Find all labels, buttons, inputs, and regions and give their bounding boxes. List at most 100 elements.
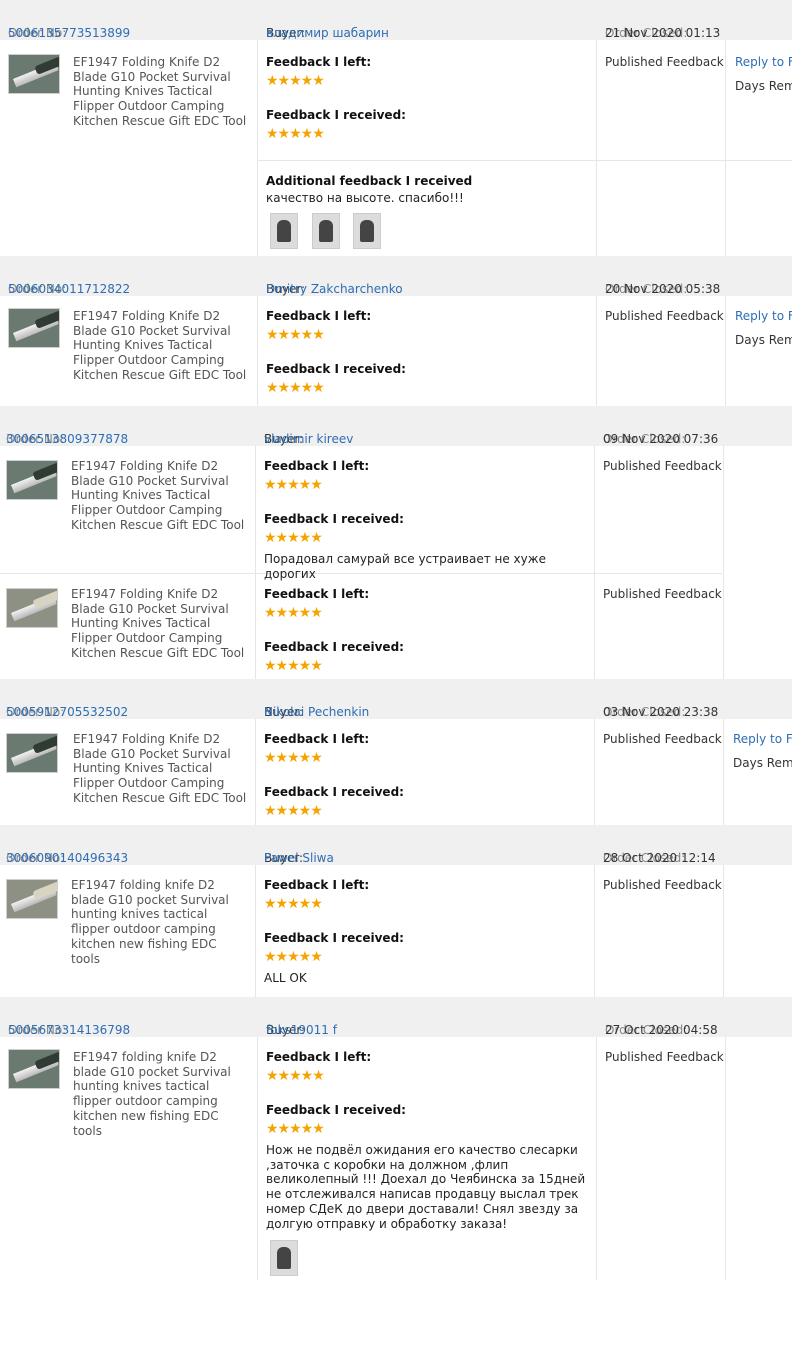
days-remaining-text: Days Rema (735, 79, 792, 93)
order-no-link[interactable]: 3006090140496343 (6, 851, 128, 865)
order-item: EF1947 folding knife D2 blade G10 pocket… (0, 865, 792, 997)
order-block: Order No: 3006513809377878 Buyer: vladim… (0, 406, 792, 679)
order-header: Order No: 5005673314136798 Buyer: foks19… (0, 997, 792, 1037)
reply-to-feedback-link[interactable]: Reply to Fe (735, 55, 792, 69)
star-rating-received: ★★★★★ (264, 530, 323, 546)
product-thumbnail[interactable] (8, 54, 60, 94)
order-header: Order No: 3006513809377878 Buyer: vladim… (0, 406, 792, 446)
feedback-comment: ALL OK (264, 971, 307, 985)
star-rating-left: ★★★★★ (264, 750, 323, 766)
published-feedback-status: Published Feedback (603, 878, 722, 892)
published-feedback-status: Published Feedback (603, 459, 722, 473)
order-item: EF1947 folding knife D2 blade G10 pocket… (0, 1037, 792, 1280)
product-thumbnail[interactable] (8, 308, 60, 348)
product-title[interactable]: EF1947 folding knife D2 blade G10 pocket… (71, 878, 246, 966)
feedback-left-label: Feedback I left: (266, 309, 372, 323)
days-remaining-text: Days Rema (733, 756, 792, 770)
order-closed-date: 03 Nov 2020 23:38 (603, 705, 719, 719)
feedback-left-label: Feedback I left: (264, 878, 370, 892)
feedback-photo[interactable] (270, 213, 298, 249)
published-feedback-status: Published Feedback (603, 587, 722, 601)
order-header: Order No: 5006135773513899 Buyer: владим… (0, 0, 792, 40)
buyer-link[interactable]: vladimir kireev (264, 432, 353, 446)
order-item: EF1947 Folding Knife D2 Blade G10 Pocket… (0, 719, 792, 825)
order-header: Order No: 5005912705532502 Buyer: Nikola… (0, 679, 792, 719)
buyer-link[interactable]: Dmitry Zakcharchenko (266, 282, 403, 296)
product-title[interactable]: EF1947 Folding Knife D2 Blade G10 Pocket… (73, 732, 248, 806)
reply-to-feedback-link[interactable]: Reply to Fe (735, 309, 792, 323)
feedback-received-label: Feedback I received: (264, 640, 404, 654)
reply-to-feedback-link[interactable]: Reply to Fe (733, 732, 792, 746)
star-rating-received: ★★★★★ (266, 1121, 325, 1137)
order-closed-date: 27 Oct 2020 04:58 (605, 1023, 718, 1037)
order-item: EF1947 Folding Knife D2 Blade G10 Pocket… (0, 446, 792, 581)
order-closed-date: 21 Nov 2020 01:13 (605, 26, 721, 40)
published-feedback-status: Published Feedback (605, 309, 724, 323)
feedback-left-label: Feedback I left: (266, 55, 372, 69)
order-item: EF1947 Folding Knife D2 Blade G10 Pocket… (0, 574, 792, 679)
product-thumbnail[interactable] (6, 879, 58, 919)
order-item: EF1947 Folding Knife D2 Blade G10 Pocket… (0, 40, 792, 256)
product-title[interactable]: EF1947 folding knife D2 blade G10 pocket… (73, 1050, 248, 1138)
feedback-photo[interactable] (353, 213, 381, 249)
product-title[interactable]: EF1947 Folding Knife D2 Blade G10 Pocket… (73, 55, 248, 129)
star-rating-received: ★★★★★ (264, 658, 323, 674)
order-block: Order No: 5006135773513899 Buyer: владим… (0, 0, 792, 256)
product-thumbnail[interactable] (6, 588, 58, 628)
published-feedback-status: Published Feedback (603, 732, 722, 746)
order-no-link[interactable]: 5005912705532502 (6, 705, 128, 719)
feedback-received-label: Feedback I received: (266, 108, 406, 122)
order-block: Order No: 3006090140496343 Buyer: Pawel … (0, 825, 792, 997)
order-header: Order No: 5006034011712822 Buyer: Dmitry… (0, 256, 792, 296)
published-feedback-status: Published Feedback (605, 1050, 724, 1064)
order-block: Order No: 5006034011712822 Buyer: Dmitry… (0, 256, 792, 406)
feedback-received-label: Feedback I received: (266, 1103, 406, 1117)
order-header: Order No: 3006090140496343 Buyer: Pawel … (0, 825, 792, 865)
feedback-photo[interactable] (312, 213, 340, 249)
product-thumbnail[interactable] (6, 460, 58, 500)
days-remaining-text: Days Rema (735, 333, 792, 347)
product-thumbnail[interactable] (8, 1049, 60, 1089)
feedback-received-label: Feedback I received: (264, 931, 404, 945)
order-no-link[interactable]: 3006513809377878 (6, 432, 128, 446)
feedback-received-label: Feedback I received: (264, 512, 404, 526)
star-rating-left: ★★★★★ (264, 896, 323, 912)
product-title[interactable]: EF1947 Folding Knife D2 Blade G10 Pocket… (71, 587, 246, 661)
order-no-link[interactable]: 5005673314136798 (8, 1023, 130, 1037)
order-closed-date: 28 Oct 2020 12:14 (603, 851, 716, 865)
feedback-comment: Нож не подвёл ожидания его качество слес… (266, 1143, 586, 1231)
feedback-received-label: Feedback I received: (264, 785, 404, 799)
feedback-left-label: Feedback I left: (264, 587, 370, 601)
order-block: Order No: 5005912705532502 Buyer: Nikola… (0, 679, 792, 825)
order-closed-date: 09 Nov 2020 07:36 (603, 432, 719, 446)
order-no-link[interactable]: 5006034011712822 (8, 282, 130, 296)
feedback-photo[interactable] (270, 1240, 298, 1276)
feedback-left-label: Feedback I left: (266, 1050, 372, 1064)
star-rating-received: ★★★★★ (264, 949, 323, 965)
order-closed-date: 20 Nov 2020 05:38 (605, 282, 721, 296)
feedback-left-label: Feedback I left: (264, 732, 370, 746)
feedback-received-label: Feedback I received: (266, 362, 406, 376)
star-rating-received: ★★★★★ (264, 803, 323, 819)
feedback-left-label: Feedback I left: (264, 459, 370, 473)
buyer-link[interactable]: владимир шабарин (266, 26, 389, 40)
published-feedback-status: Published Feedback (605, 55, 724, 69)
product-thumbnail[interactable] (6, 733, 58, 773)
buyer-link[interactable]: Nikolai Pechenkin (264, 705, 369, 719)
star-rating-left: ★★★★★ (266, 73, 325, 89)
star-rating-left: ★★★★★ (264, 477, 323, 493)
star-rating-left: ★★★★★ (266, 327, 325, 343)
product-title[interactable]: EF1947 Folding Knife D2 Blade G10 Pocket… (73, 309, 248, 383)
order-block: Order No: 5005673314136798 Buyer: foks19… (0, 997, 792, 1280)
buyer-link[interactable]: foks19011 f (266, 1023, 337, 1037)
star-rating-left: ★★★★★ (266, 1068, 325, 1084)
star-rating-left: ★★★★★ (264, 605, 323, 621)
additional-feedback-text: качество на высоте. спасибо!!! (266, 191, 464, 205)
product-title[interactable]: EF1947 Folding Knife D2 Blade G10 Pocket… (71, 459, 246, 533)
order-no-link[interactable]: 5006135773513899 (8, 26, 130, 40)
order-item: EF1947 Folding Knife D2 Blade G10 Pocket… (0, 296, 792, 406)
star-rating-received: ★★★★★ (266, 126, 325, 142)
buyer-link[interactable]: Pawel Sliwa (264, 851, 334, 865)
additional-feedback-label: Additional feedback I received (266, 174, 473, 188)
star-rating-received: ★★★★★ (266, 380, 325, 396)
